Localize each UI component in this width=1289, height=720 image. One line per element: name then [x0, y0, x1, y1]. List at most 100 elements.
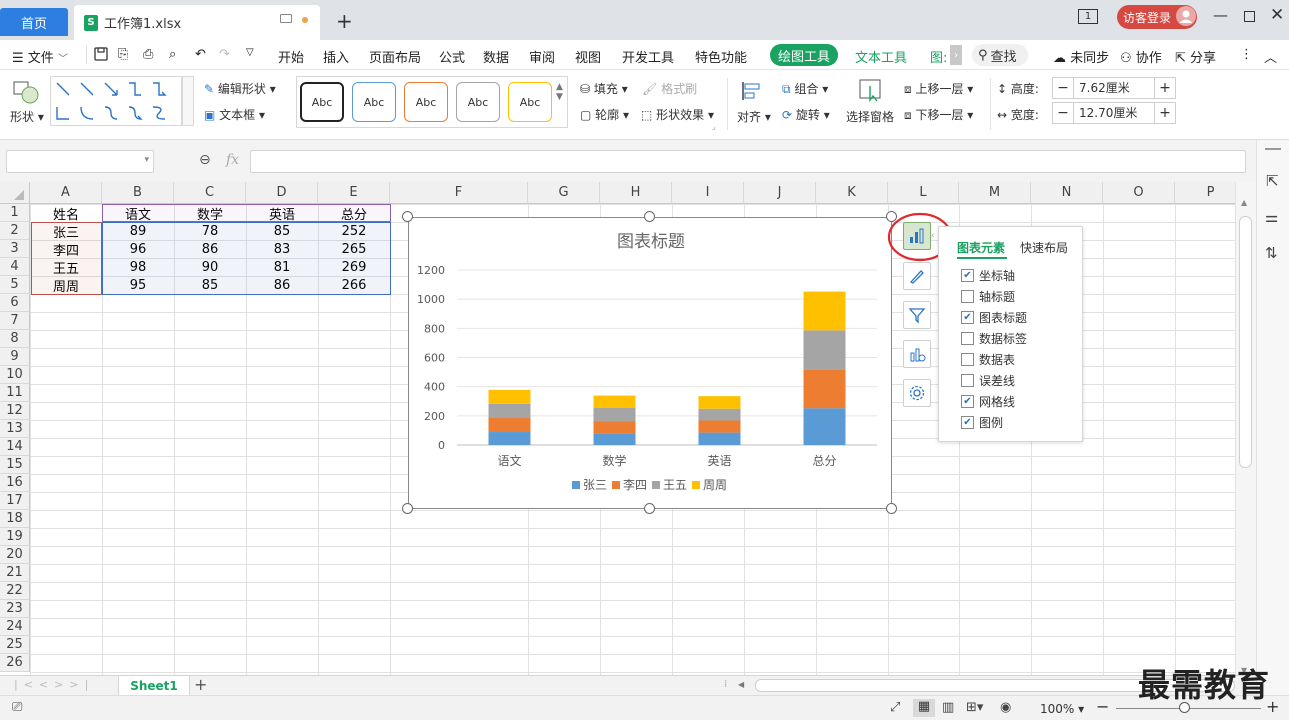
- legend-entry[interactable]: 李四: [623, 477, 647, 492]
- legend-entry[interactable]: 张三: [583, 478, 607, 492]
- row-header-9[interactable]: 9: [0, 348, 30, 366]
- checkbox-checked-icon[interactable]: ✔: [961, 415, 974, 429]
- bar-segment[interactable]: [488, 418, 531, 433]
- dialog-launcher-icon[interactable]: ⌟: [712, 122, 716, 131]
- resize-handle-se[interactable]: [886, 503, 897, 514]
- search-box[interactable]: ⚲ 查找: [972, 44, 1028, 66]
- gallery-scroll[interactable]: [182, 76, 194, 126]
- shape-style-black[interactable]: Abc: [300, 82, 344, 122]
- column-header-F[interactable]: F: [390, 182, 528, 204]
- height-stepper[interactable]: − 7.62厘米 +: [1052, 77, 1176, 99]
- row-header-26[interactable]: 26: [0, 654, 30, 672]
- row-header-18[interactable]: 18: [0, 510, 30, 528]
- export-icon[interactable]: ⎘: [118, 47, 128, 62]
- print-icon[interactable]: ⎙: [143, 47, 153, 62]
- menu-page-layout[interactable]: 页面布局: [369, 47, 421, 66]
- column-header-J[interactable]: J: [744, 182, 816, 204]
- row-header-11[interactable]: 11: [0, 384, 30, 402]
- width-increase-button[interactable]: +: [1155, 105, 1175, 121]
- row-header-14[interactable]: 14: [0, 438, 30, 456]
- row-header-5[interactable]: 5: [0, 276, 30, 294]
- maximize-icon[interactable]: [1244, 11, 1255, 22]
- styles-more-icon[interactable]: ▲ ▼: [556, 82, 563, 102]
- resize-handle-sw[interactable]: [402, 503, 413, 514]
- minimize-icon[interactable]: —: [1213, 6, 1228, 24]
- chart-layout-button[interactable]: [903, 340, 931, 368]
- header-cell[interactable]: 姓名: [30, 204, 102, 223]
- legend-entry[interactable]: 周周: [703, 478, 727, 492]
- quick-access-dropdown-icon[interactable]: ▽: [246, 47, 254, 58]
- scroll-left-icon[interactable]: ◀: [738, 680, 744, 689]
- edit-shape-button[interactable]: ✎ 编辑形状 ▾: [204, 80, 276, 97]
- bar-segment[interactable]: [488, 432, 531, 445]
- checkbox-unchecked-icon[interactable]: [961, 373, 974, 387]
- outline-button[interactable]: ▢ 轮廓 ▾: [580, 106, 629, 123]
- row-header-15[interactable]: 15: [0, 456, 30, 474]
- column-header-D[interactable]: D: [246, 182, 318, 204]
- row-header-24[interactable]: 24: [0, 618, 30, 636]
- shape-effects-button[interactable]: ⬚ 形状效果 ▾: [641, 106, 714, 123]
- add-sheet-icon[interactable]: +: [194, 675, 207, 694]
- column-header-N[interactable]: N: [1031, 182, 1103, 204]
- menu-insert[interactable]: 插入: [323, 47, 349, 66]
- row-header-17[interactable]: 17: [0, 492, 30, 510]
- bar-segment[interactable]: [488, 389, 531, 404]
- column-header-M[interactable]: M: [959, 182, 1031, 204]
- column-header-L[interactable]: L: [888, 182, 959, 204]
- zoom-level[interactable]: 100% ▾: [1040, 702, 1084, 716]
- page-break-view-icon[interactable]: ⊞▾: [966, 700, 983, 715]
- column-header-K[interactable]: K: [816, 182, 888, 204]
- page-layout-view-icon[interactable]: ▥: [942, 700, 954, 715]
- column-header-H[interactable]: H: [600, 182, 672, 204]
- chart-settings-button[interactable]: [903, 379, 931, 407]
- bar-segment[interactable]: [593, 433, 636, 445]
- width-value[interactable]: 12.70厘米: [1073, 103, 1155, 123]
- chart-object[interactable]: 图表标题 0 200 400 600 800 1000 1200 语文 数学 英语 总分 张三 李四 王五 周…: [408, 217, 892, 509]
- more-icon[interactable]: ⋮: [1240, 47, 1253, 62]
- print-preview-icon[interactable]: ⌕: [169, 47, 176, 62]
- close-icon[interactable]: ✕: [1270, 5, 1284, 25]
- chart-filter-button[interactable]: [903, 301, 931, 329]
- column-header-G[interactable]: G: [528, 182, 600, 204]
- row-header-12[interactable]: 12: [0, 402, 30, 420]
- checkbox-unchecked-icon[interactable]: [961, 352, 974, 366]
- checkbox-unchecked-icon[interactable]: [961, 289, 974, 303]
- scroll-up-icon[interactable]: ▲: [1241, 198, 1247, 207]
- row-header-10[interactable]: 10: [0, 366, 30, 384]
- shape-button[interactable]: [12, 80, 42, 109]
- sheet-nav-arrows-icon[interactable]: |<<>>|: [14, 678, 94, 691]
- save-icon[interactable]: [94, 47, 108, 61]
- bar-segment[interactable]: [698, 420, 741, 433]
- shape-style-gray[interactable]: Abc: [456, 82, 500, 122]
- menu-review[interactable]: 审阅: [529, 47, 555, 66]
- width-stepper[interactable]: − 12.70厘米 +: [1052, 102, 1176, 124]
- bar-segment[interactable]: [593, 395, 636, 408]
- text-box-button[interactable]: ▣ 文本框 ▾: [204, 106, 265, 123]
- row-header-23[interactable]: 23: [0, 600, 30, 618]
- fill-button[interactable]: ⛁ 填充 ▾: [580, 80, 628, 97]
- row-header-7[interactable]: 7: [0, 312, 30, 330]
- bar-segment[interactable]: [803, 408, 846, 445]
- sliders-icon[interactable]: ⚌: [1265, 208, 1278, 226]
- row-header-4[interactable]: 4: [0, 258, 30, 276]
- column-header-I[interactable]: I: [672, 182, 744, 204]
- checkbox-checked-icon[interactable]: ✔: [961, 268, 974, 282]
- shape-style-yellow[interactable]: Abc: [508, 82, 552, 122]
- scroll-right-icon[interactable]: ›: [950, 45, 962, 65]
- row-header-22[interactable]: 22: [0, 582, 30, 600]
- row-header-3[interactable]: 3: [0, 240, 30, 258]
- menu-special[interactable]: 特色功能: [695, 47, 747, 66]
- zoom-formula-icon[interactable]: ⊖: [199, 152, 211, 168]
- chart-title[interactable]: 图表标题: [617, 232, 685, 252]
- row-header-25[interactable]: 25: [0, 636, 30, 654]
- share-button[interactable]: ⇱ 分享: [1175, 47, 1216, 66]
- collapse-ribbon-icon[interactable]: ︿: [1264, 47, 1277, 66]
- bar-segment[interactable]: [803, 291, 846, 331]
- vertical-scrollbar[interactable]: ▲ ▼: [1235, 182, 1256, 695]
- chart-element-option[interactable]: ✔ 坐标轴: [961, 266, 1015, 284]
- height-value[interactable]: 7.62厘米: [1073, 78, 1155, 98]
- row-header-20[interactable]: 20: [0, 546, 30, 564]
- checkbox-checked-icon[interactable]: ✔: [961, 394, 974, 408]
- collaborate-button[interactable]: ⚇ 协作: [1120, 47, 1162, 66]
- bar-segment[interactable]: [593, 407, 636, 422]
